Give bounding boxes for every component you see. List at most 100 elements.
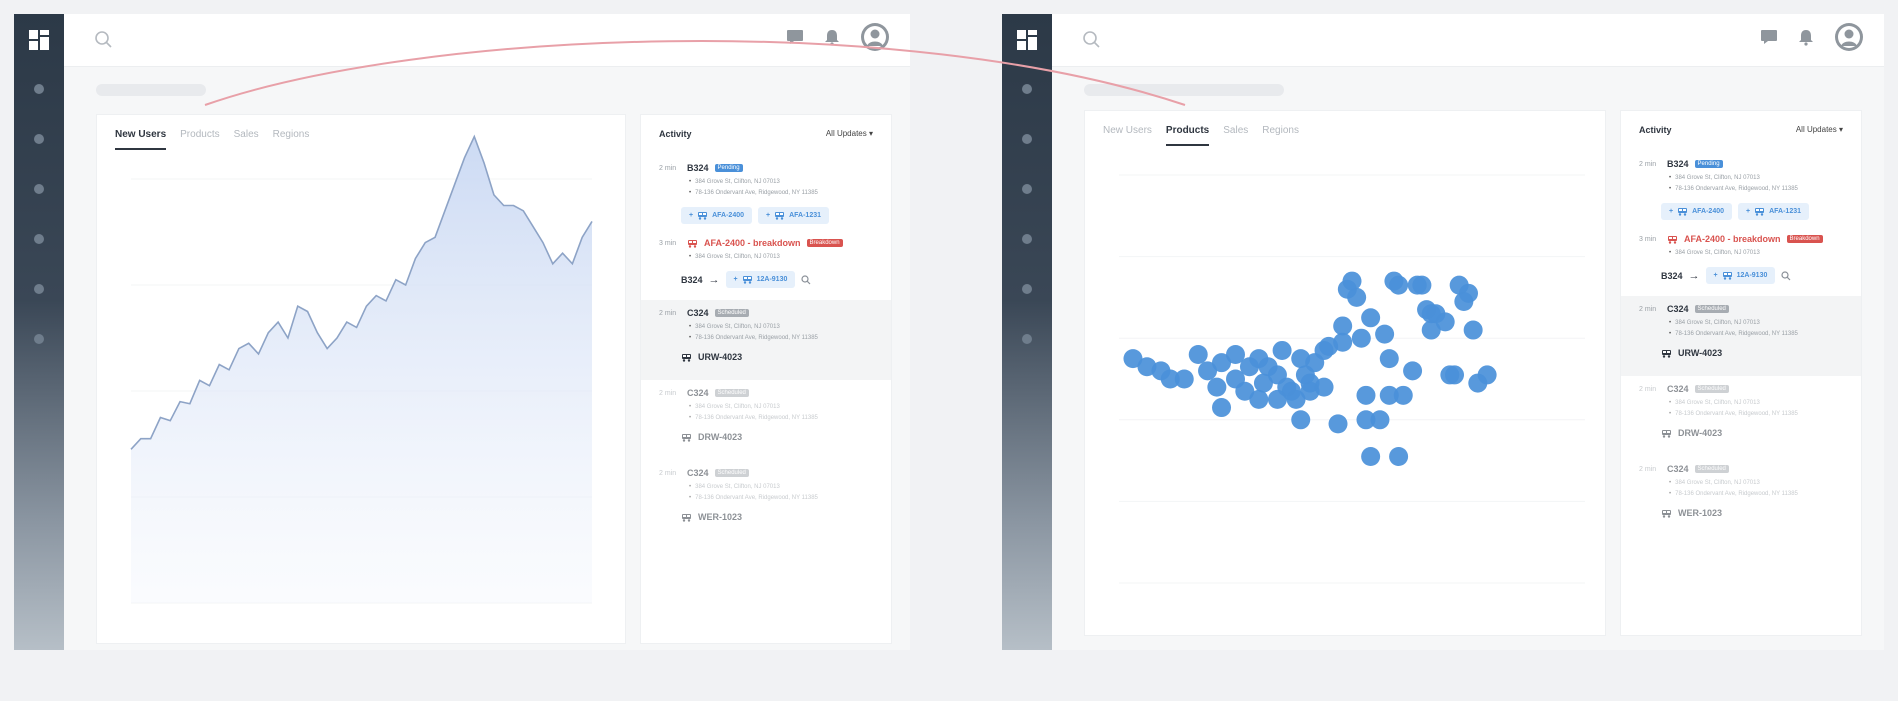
- scatter-point: [1375, 324, 1395, 344]
- scatter-point: [1477, 365, 1497, 385]
- activity-time: 2 min: [1639, 465, 1657, 473]
- vehicle-chip[interactable]: + AFA-2400: [681, 207, 752, 224]
- scatter-point: [1333, 332, 1353, 352]
- activity-address: 384 Grove St, Clifton, NJ 07013: [1669, 320, 1760, 326]
- status-badge: Scheduled: [1694, 305, 1729, 313]
- vehicle-chip-label: AFA-1231: [1769, 208, 1801, 215]
- bell-icon[interactable]: [824, 28, 840, 46]
- activity-id: B324: [1667, 159, 1689, 169]
- user-avatar-icon[interactable]: [860, 22, 890, 52]
- arrow-right-icon: →: [708, 273, 720, 286]
- dashboard-screen-products: New Users Products Sales Regions Activit…: [1002, 14, 1884, 650]
- scatter-point: [1207, 377, 1227, 397]
- activity-item[interactable]: 2 min B324 Pending 384 Grove St, Clifton, N…: [1621, 151, 1861, 226]
- scatter-point: [1272, 340, 1292, 360]
- activity-time: 2 min: [659, 309, 677, 317]
- status-badge: Scheduled: [714, 469, 749, 477]
- chart-card: New Users Products Sales Regions: [96, 114, 626, 644]
- sidebar-item-1[interactable]: [34, 84, 44, 94]
- scatter-point: [1389, 275, 1409, 295]
- sidebar-item-5[interactable]: [1022, 284, 1032, 294]
- search-icon[interactable]: [94, 30, 114, 50]
- sidebar-item-3[interactable]: [1022, 184, 1032, 194]
- activity-address: 78-136 Ondervant Ave, Ridgewood, NY 1138…: [689, 495, 818, 501]
- plus-icon: +: [766, 212, 771, 219]
- activity-address: 384 Grove St, Clifton, NJ 07013: [1669, 250, 1760, 256]
- activity-time: 2 min: [1639, 305, 1657, 313]
- activity-id: C324: [1667, 384, 1689, 394]
- dashboard-logo-icon[interactable]: [29, 30, 49, 50]
- activity-address: 78-136 Ondervant Ave, Ridgewood, NY 1138…: [689, 415, 818, 421]
- status-badge: Scheduled: [714, 389, 749, 397]
- top-bar: [64, 14, 910, 67]
- chat-icon[interactable]: [1760, 29, 1778, 45]
- vehicle-chip[interactable]: +12A-9130: [725, 271, 796, 288]
- sidebar-item-1[interactable]: [1022, 84, 1032, 94]
- activity-item[interactable]: 3 min AFA-2400 - breakdown Breakdown 384 Gr…: [641, 230, 891, 300]
- activity-panel: Activity All Updates ▾ 2 min B324 Pending 384…: [640, 114, 892, 644]
- scatter-point: [1412, 275, 1432, 295]
- search-icon[interactable]: [1082, 30, 1102, 50]
- activity-time: 2 min: [659, 469, 677, 477]
- activity-item[interactable]: 2 min C324 Scheduled 384 Grove St, Clifton,…: [1621, 296, 1861, 376]
- dashboard-logo-icon[interactable]: [1017, 30, 1037, 50]
- scatter-point: [1379, 349, 1399, 369]
- vehicle-label: URW-4023: [1678, 348, 1723, 358]
- vehicle-chip[interactable]: + AFA-1231: [1738, 203, 1809, 220]
- bell-icon[interactable]: [1798, 28, 1814, 46]
- activity-item[interactable]: 2 min C324 Scheduled 384 Grove St, Clifton,…: [1621, 456, 1861, 536]
- sidebar-item-6[interactable]: [1022, 334, 1032, 344]
- filter-label: All Updates: [825, 129, 867, 138]
- plus-icon: +: [1713, 272, 1718, 279]
- truck-icon: [682, 353, 691, 362]
- activity-time: 2 min: [1639, 385, 1657, 393]
- truck-icon: [1662, 429, 1671, 438]
- truck-icon: [1678, 208, 1688, 216]
- sidebar-item-4[interactable]: [1022, 234, 1032, 244]
- magnifier-icon[interactable]: [1781, 270, 1791, 281]
- plus-icon: +: [1669, 208, 1674, 215]
- user-avatar-icon[interactable]: [1834, 22, 1864, 52]
- activity-address: 384 Grove St, Clifton, NJ 07013: [689, 484, 780, 490]
- activity-item[interactable]: 2 min B324 Pending 384 Grove St, Clifton, N…: [641, 155, 891, 230]
- sidebar-item-3[interactable]: [34, 184, 44, 194]
- activity-id: B324: [687, 163, 709, 173]
- vehicle-chip[interactable]: + AFA-1231: [758, 207, 829, 224]
- sidebar-item-6[interactable]: [34, 334, 44, 344]
- activity-item[interactable]: 2 min C324 Scheduled 384 Grove St, Clifton,…: [641, 300, 891, 380]
- activity-id: C324: [687, 468, 709, 478]
- scatter-point: [1393, 385, 1413, 405]
- vehicle-chip-label: 12A-9130: [756, 276, 788, 283]
- scatter-point: [1361, 447, 1381, 467]
- scatter-point: [1435, 312, 1455, 332]
- vehicle-chip[interactable]: + AFA-2400: [1661, 203, 1732, 220]
- vehicle-chip[interactable]: +12A-9130: [1705, 267, 1776, 284]
- activity-item[interactable]: 2 min C324 Scheduled 384 Grove St, Clifton,…: [641, 460, 891, 540]
- truck-icon: [1662, 349, 1671, 358]
- sidebar-item-5[interactable]: [34, 284, 44, 294]
- page-title-placeholder: [96, 84, 206, 96]
- scatter-point: [1314, 377, 1334, 397]
- plus-icon: +: [733, 276, 738, 283]
- sidebar-item-2[interactable]: [34, 134, 44, 144]
- updates-filter-dropdown[interactable]: All Updates ▾: [1796, 125, 1843, 135]
- breakdown-truck-icon: [1668, 235, 1677, 244]
- activity-id: C324: [687, 388, 709, 398]
- activity-address: 78-136 Ondervant Ave, Ridgewood, NY 1138…: [689, 190, 818, 196]
- truck-icon: [775, 212, 785, 220]
- sidebar-item-2[interactable]: [1022, 134, 1032, 144]
- chat-icon[interactable]: [786, 29, 804, 45]
- sidebar-item-4[interactable]: [34, 234, 44, 244]
- scatter-point: [1188, 345, 1208, 365]
- scatter-point: [1361, 308, 1381, 328]
- activity-item[interactable]: 3 min AFA-2400 - breakdown Breakdown 384 Gr…: [1621, 226, 1861, 296]
- activity-panel: Activity All Updates ▾ 2 min B324 Pending 384…: [1620, 110, 1862, 636]
- area-fill: [131, 136, 592, 603]
- status-badge: Scheduled: [714, 309, 749, 317]
- activity-address: 78-136 Ondervant Ave, Ridgewood, NY 1138…: [1669, 186, 1798, 192]
- scatter-point: [1445, 365, 1465, 385]
- updates-filter-dropdown[interactable]: All Updates ▾: [826, 129, 873, 139]
- activity-item[interactable]: 2 min C324 Scheduled 384 Grove St, Clifton,…: [1621, 376, 1861, 456]
- magnifier-icon[interactable]: [801, 274, 811, 285]
- activity-item[interactable]: 2 min C324 Scheduled 384 Grove St, Clifton,…: [641, 380, 891, 460]
